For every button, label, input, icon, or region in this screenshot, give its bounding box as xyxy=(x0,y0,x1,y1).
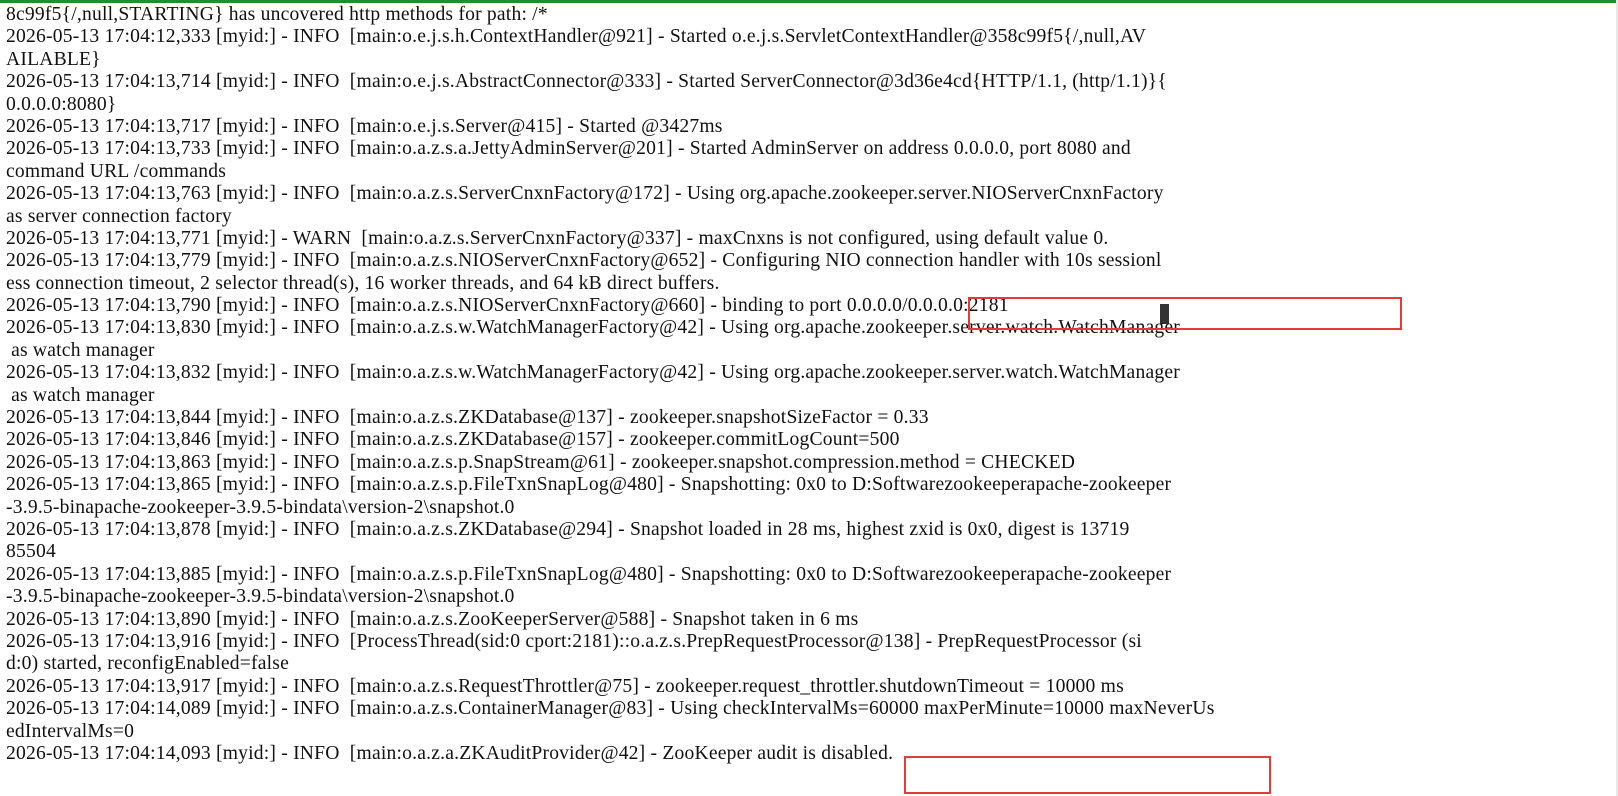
log-line: 2026-05-13 17:04:13,885 [myid:] - INFO [… xyxy=(6,563,1172,585)
log-line: edIntervalMs=0 xyxy=(6,720,135,742)
log-line: 2026-05-13 17:04:13,717 [myid:] - INFO [… xyxy=(6,115,723,137)
log-line: AILABLE} xyxy=(6,48,101,70)
log-line: 2026-05-13 17:04:13,863 [myid:] - INFO [… xyxy=(6,451,1076,473)
log-line: 8c99f5{/,null,STARTING} has uncovered ht… xyxy=(6,4,548,25)
console-output[interactable]: 8c99f5{/,null,STARTING} has uncovered ht… xyxy=(6,4,1610,794)
log-line: 2026-05-13 17:04:13,917 [myid:] - INFO [… xyxy=(6,675,1124,697)
terminal-window: 8c99f5{/,null,STARTING} has uncovered ht… xyxy=(0,0,1618,796)
log-line: 2026-05-13 17:04:13,878 [myid:] - INFO [… xyxy=(6,518,1130,540)
log-line: as server connection factory xyxy=(6,205,232,227)
log-line: d:0) started, reconfigEnabled=false xyxy=(6,653,289,675)
log-line: 85504 xyxy=(6,541,56,563)
log-line: 2026-05-13 17:04:14,093 [myid:] - INFO [… xyxy=(6,742,894,764)
log-line: 2026-05-13 17:04:13,771 [myid:] - WARN [… xyxy=(6,227,1109,249)
log-line: 2026-05-13 17:04:13,890 [myid:] - INFO [… xyxy=(6,608,859,630)
text-cursor xyxy=(1160,304,1169,324)
log-line: 2026-05-13 17:04:13,865 [myid:] - INFO [… xyxy=(6,474,1172,496)
log-line: ess connection timeout, 2 selector threa… xyxy=(6,272,720,294)
log-line: 2026-05-13 17:04:13,832 [myid:] - INFO [… xyxy=(6,362,1180,384)
log-line: 2026-05-13 17:04:13,844 [myid:] - INFO [… xyxy=(6,407,929,429)
log-line: as watch manager xyxy=(6,339,155,361)
highlight-audit-disabled xyxy=(904,756,1271,794)
log-line: 0.0.0.0:8080} xyxy=(6,93,117,115)
log-line: 2026-05-13 17:04:14,089 [myid:] - INFO [… xyxy=(6,698,1215,720)
log-line: 2026-05-13 17:04:13,733 [myid:] - INFO [… xyxy=(6,138,1131,160)
window-top-border xyxy=(0,0,1618,3)
log-line: -3.9.5-binapache-zookeeper-3.9.5-bindata… xyxy=(6,586,515,608)
highlight-binding-port xyxy=(968,297,1402,330)
log-line: 2026-05-13 17:04:13,916 [myid:] - INFO [… xyxy=(6,630,1142,652)
log-line: 2026-05-13 17:04:13,714 [myid:] - INFO [… xyxy=(6,71,1167,93)
log-line: command URL /commands xyxy=(6,160,227,182)
log-line: -3.9.5-binapache-zookeeper-3.9.5-bindata… xyxy=(6,496,515,518)
log-line: 2026-05-13 17:04:13,846 [myid:] - INFO [… xyxy=(6,429,900,451)
log-line: as watch manager xyxy=(6,384,155,406)
log-line: 2026-05-13 17:04:13,763 [myid:] - INFO [… xyxy=(6,183,1164,205)
log-line: 2026-05-13 17:04:12,333 [myid:] - INFO [… xyxy=(6,26,1147,48)
log-line: 2026-05-13 17:04:13,779 [myid:] - INFO [… xyxy=(6,250,1162,272)
